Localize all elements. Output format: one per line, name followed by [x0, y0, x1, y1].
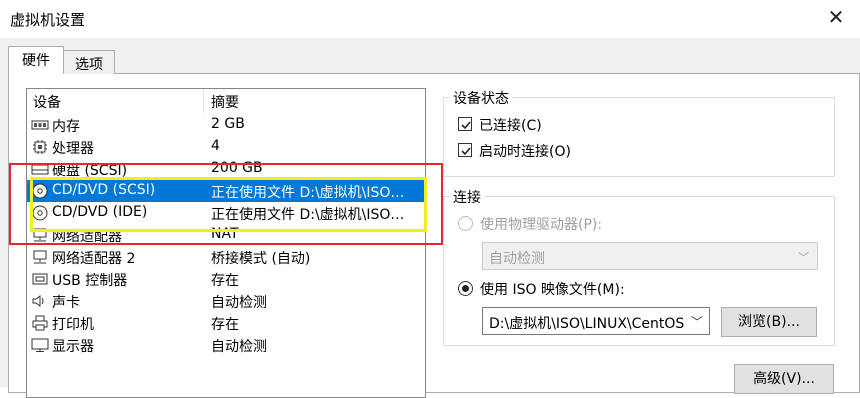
device-name: 网络适配器 2 — [52, 251, 136, 267]
radio-selected-dot — [462, 285, 469, 292]
device-summary: 存在 — [211, 273, 239, 289]
chevron-down-icon: ﹀ — [690, 315, 703, 329]
device-summary: 自动检测 — [211, 339, 267, 355]
device-status-legend: 设备状态 — [450, 88, 512, 108]
cd-dvd-icon — [31, 205, 49, 221]
device-list-header: 设备 摘要 — [27, 89, 425, 113]
device-row-sound-card[interactable]: 声卡 自动检测 — [27, 290, 425, 312]
device-row-display[interactable]: 显示器 自动检测 — [27, 334, 425, 356]
device-name: 显示器 — [52, 339, 94, 355]
device-name: 声卡 — [52, 295, 80, 311]
connection-legend: 连接 — [450, 187, 484, 207]
device-row-memory[interactable]: 内存 2 GB — [27, 114, 425, 136]
connected-checkbox[interactable] — [458, 117, 472, 131]
device-row-cd-dvd-scsi[interactable]: CD/DVD (SCSI) 正在使用文件 D:\虚拟机\ISO… — [27, 180, 425, 202]
speaker-icon — [31, 293, 49, 309]
physical-drive-select[interactable]: 自动检测 ﹀ — [482, 242, 818, 270]
iso-image-label[interactable]: 使用 ISO 映像文件(M): — [480, 279, 625, 299]
iso-image-radio[interactable] — [458, 281, 473, 296]
device-summary: 自动检测 — [211, 295, 267, 311]
device-name: 内存 — [52, 119, 80, 135]
device-name: USB 控制器 — [52, 273, 128, 289]
monitor-icon — [31, 337, 49, 353]
physical-drive-value: 自动检测 — [489, 251, 545, 267]
window-title: 虚拟机设置 — [10, 11, 86, 29]
close-button[interactable]: ✕ — [826, 6, 846, 28]
device-status-group — [443, 97, 835, 177]
network-adapter-icon — [31, 227, 49, 243]
device-name: 打印机 — [52, 317, 94, 333]
device-summary: NAT — [211, 226, 239, 242]
device-list[interactable]: 设备 摘要 内存 2 GB 处理器 4 硬盘 (SCSI) 200 GB CD/… — [26, 88, 426, 398]
title-bar: 虚拟机设置 ✕ — [0, 0, 860, 38]
checkmark-icon — [461, 147, 471, 156]
device-row-usb-controller[interactable]: USB 控制器 存在 — [27, 268, 425, 290]
device-row-cd-dvd-ide[interactable]: CD/DVD (IDE) 正在使用文件 D:\虚拟机\ISO… — [27, 202, 425, 224]
device-row-network-adapter[interactable]: 网络适配器 NAT — [27, 224, 425, 246]
iso-path-value: D:\虚拟机\ISO\LINUX\CentOS — [489, 316, 685, 332]
iso-path-combo[interactable]: D:\虚拟机\ISO\LINUX\CentOS ﹀ — [482, 307, 710, 335]
device-summary: 正在使用文件 D:\虚拟机\ISO… — [211, 185, 405, 201]
device-row-hard-disk[interactable]: 硬盘 (SCSI) 200 GB — [27, 158, 425, 180]
device-summary: 存在 — [211, 317, 239, 333]
device-name: CD/DVD (IDE) — [52, 204, 148, 220]
device-row-printer[interactable]: 打印机 存在 — [27, 312, 425, 334]
browse-button[interactable]: 浏览(B)... — [721, 307, 817, 337]
physical-drive-label[interactable]: 使用物理驱动器(P): — [480, 214, 602, 234]
column-device[interactable]: 设备 — [33, 92, 61, 112]
device-name: 处理器 — [52, 141, 94, 157]
connect-at-power-on-label[interactable]: 启动时连接(O) — [479, 141, 571, 161]
memory-icon — [31, 117, 49, 133]
checkmark-icon — [461, 121, 471, 130]
device-summary: 桥接模式 (自动) — [211, 251, 311, 267]
connect-at-power-on-checkbox[interactable] — [458, 143, 472, 157]
column-separator[interactable] — [203, 89, 204, 113]
processor-icon — [31, 139, 49, 155]
tab-hardware[interactable]: 硬件 — [8, 46, 64, 74]
device-row-processor[interactable]: 处理器 4 — [27, 136, 425, 158]
device-summary: 200 GB — [211, 160, 263, 176]
cd-dvd-icon — [31, 183, 49, 199]
device-summary: 正在使用文件 D:\虚拟机\ISO… — [211, 207, 405, 223]
network-adapter-icon — [31, 249, 49, 265]
chevron-down-icon: ﹀ — [798, 251, 809, 264]
usb-icon — [31, 271, 49, 287]
tab-options[interactable]: 选项 — [63, 50, 115, 74]
device-row-network-adapter-2[interactable]: 网络适配器 2 桥接模式 (自动) — [27, 246, 425, 268]
advanced-button[interactable]: 高级(V)... — [734, 364, 834, 394]
device-name: 硬盘 (SCSI) — [52, 163, 128, 179]
device-summary: 2 GB — [211, 116, 245, 132]
column-summary[interactable]: 摘要 — [211, 92, 239, 112]
device-name: CD/DVD (SCSI) — [52, 182, 156, 198]
physical-drive-radio[interactable] — [458, 216, 473, 231]
device-summary: 4 — [211, 138, 220, 154]
connected-label[interactable]: 已连接(C) — [479, 115, 542, 135]
device-name: 网络适配器 — [52, 229, 122, 245]
hard-disk-icon — [31, 161, 49, 177]
printer-icon — [31, 315, 49, 331]
